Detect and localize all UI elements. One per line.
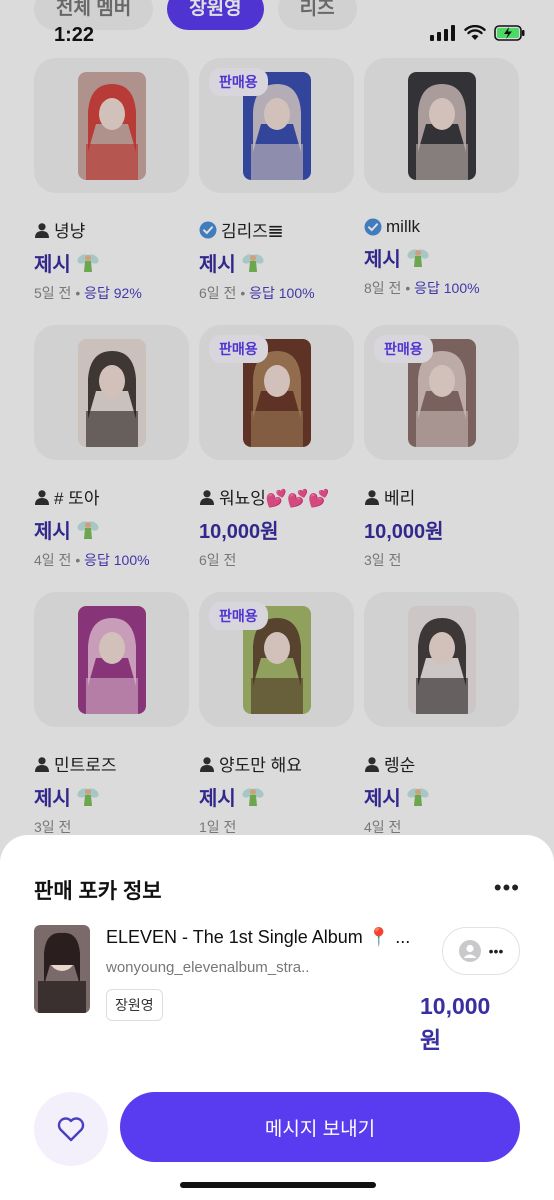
sheet-price: 10,000 원 xyxy=(420,993,491,1053)
battery-charging-icon xyxy=(494,25,526,46)
status-icons xyxy=(430,24,526,46)
home-indicator xyxy=(180,1182,376,1188)
wifi-icon xyxy=(464,24,486,46)
item-subtitle: wonyoung_elevenalbum_stra.. xyxy=(106,959,310,976)
status-bar: 1:22 xyxy=(0,0,554,60)
sheet-title: 판매 포카 정보 xyxy=(34,880,162,903)
signal-icon xyxy=(430,25,456,46)
item-photo[interactable] xyxy=(34,925,90,1013)
more-icon[interactable]: ••• xyxy=(494,875,520,901)
avatar-icon xyxy=(458,940,481,962)
item-title[interactable]: ELEVEN - The 1st Single Album 📍 ... xyxy=(106,927,436,948)
seller-more-icon: ••• xyxy=(488,943,504,959)
like-button[interactable] xyxy=(34,1092,108,1166)
status-time: 1:22 xyxy=(54,24,95,46)
seller-chip[interactable]: ••• xyxy=(442,927,520,975)
member-tag: 장원영 xyxy=(106,989,163,1021)
heart-icon xyxy=(57,1117,85,1142)
sale-card-info-sheet: 판매 포카 정보 ••• ELEVEN - The 1st Single Alb… xyxy=(0,835,554,1200)
send-message-button[interactable]: 메시지 보내기 xyxy=(120,1092,520,1162)
